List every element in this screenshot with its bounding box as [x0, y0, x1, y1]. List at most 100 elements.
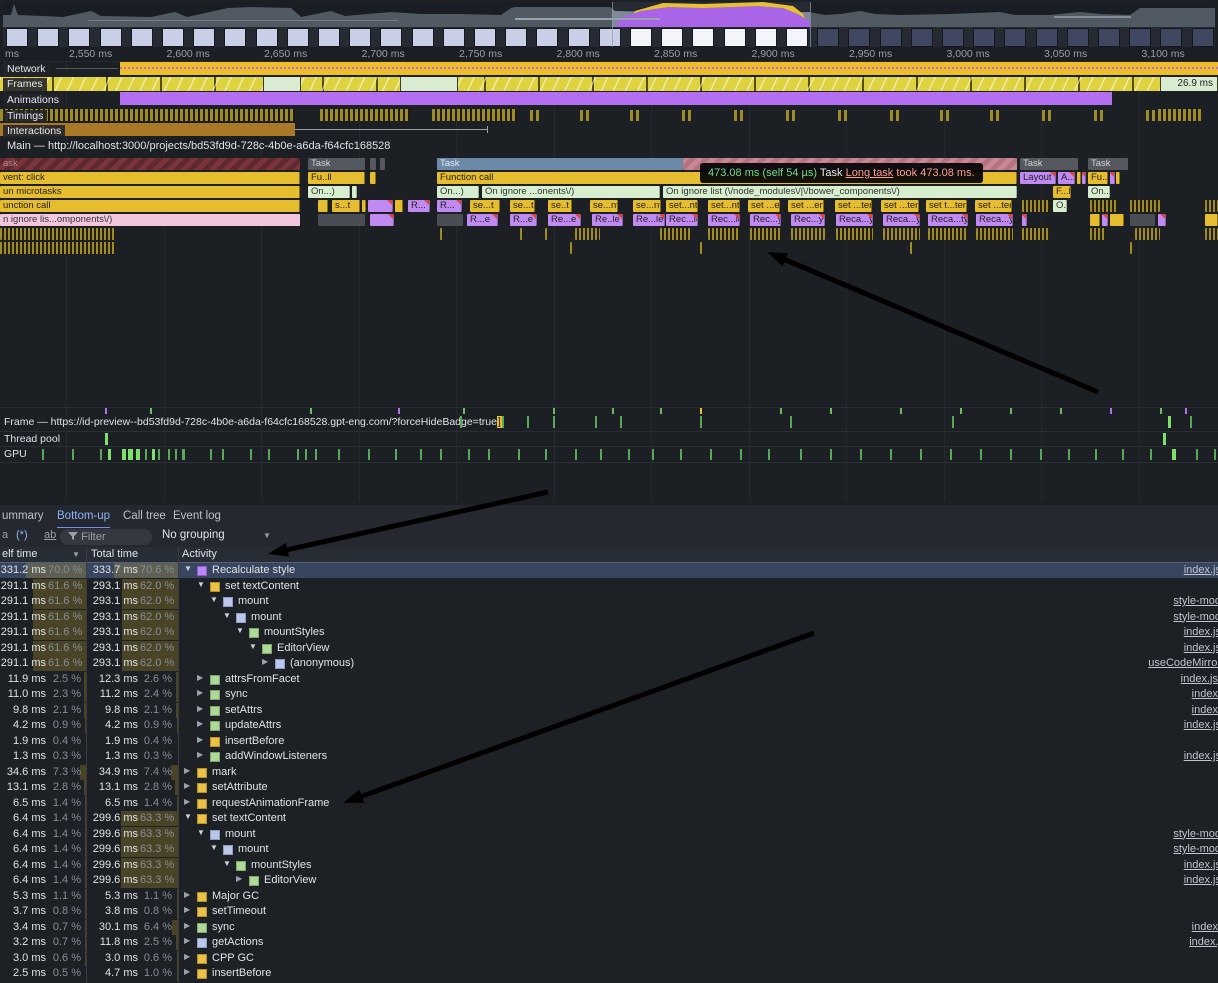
collapse-arrow-icon[interactable]: ▼ — [223, 859, 231, 868]
flame-block[interactable]: set t...tent — [926, 200, 967, 212]
source-location-link[interactable]: style-mod — [1173, 595, 1218, 607]
filter-input[interactable]: Filter — [60, 529, 152, 545]
flame-block[interactable] — [1090, 200, 1118, 212]
timing-mark[interactable] — [682, 110, 691, 121]
screenshot-thumbnail[interactable] — [1129, 28, 1151, 47]
table-row[interactable]: 5.3 ms1.1 %5.3 ms1.1 %▶Major GC — [0, 889, 1218, 904]
column-self-time[interactable]: elf time — [2, 548, 37, 560]
collapse-arrow-icon[interactable]: ▼ — [210, 843, 218, 852]
frames-track[interactable] — [0, 77, 1160, 91]
flame-block[interactable]: s...t — [332, 200, 360, 212]
source-location-link[interactable]: index. — [1192, 921, 1218, 933]
flame-block[interactable] — [352, 186, 357, 198]
table-row[interactable]: 3.0 ms0.6 %3.0 ms0.6 %▶CPP GC — [0, 951, 1218, 966]
flame-block[interactable] — [575, 228, 600, 240]
expand-arrow-icon[interactable]: ▶ — [184, 890, 190, 899]
flame-block[interactable]: vent: click — [0, 172, 300, 184]
flame-block[interactable]: set ...ent — [788, 200, 824, 212]
collapse-arrow-icon[interactable]: ▼ — [210, 595, 218, 604]
flame-block[interactable]: R... — [408, 200, 430, 212]
activity-name[interactable]: mount — [238, 595, 269, 607]
screenshot-thumbnail[interactable] — [474, 28, 496, 47]
screenshot-thumbnail[interactable] — [6, 28, 28, 47]
source-location-link[interactable]: index.js — [1184, 626, 1218, 638]
screenshot-thumbnail[interactable] — [630, 28, 652, 47]
table-row[interactable]: 11.0 ms2.3 %11.2 ms2.4 %▶syncindex. — [0, 687, 1218, 702]
track-label-animations[interactable]: Animations — [3, 94, 63, 107]
table-row[interactable]: 11.9 ms2.5 %12.3 ms2.6 %▶attrsFromFaceti… — [0, 672, 1218, 687]
flame-block[interactable]: n ignore lis...omponents\/) — [0, 214, 300, 226]
source-location-link[interactable]: index.js — [1184, 859, 1218, 871]
frame-track-title[interactable]: Frame — https://id-preview--bd53fd9d-728… — [4, 416, 502, 428]
screenshot-thumbnail[interactable] — [1004, 28, 1026, 47]
screenshot-thumbnail[interactable] — [162, 28, 184, 47]
screenshot-thumbnail[interactable] — [661, 28, 683, 47]
source-location-link[interactable]: index.j — [1189, 936, 1218, 948]
flame-block[interactable]: Reca...yle — [883, 214, 920, 226]
activity-name[interactable]: insertBefore — [225, 735, 284, 747]
activity-name[interactable]: insertBefore — [212, 967, 271, 979]
timing-mark[interactable] — [940, 110, 949, 121]
expand-arrow-icon[interactable]: ▶ — [236, 874, 242, 883]
flame-block[interactable]: On...) — [1088, 186, 1110, 198]
flame-block[interactable] — [1205, 200, 1218, 212]
activity-name[interactable]: mount — [251, 611, 282, 623]
table-row[interactable]: 6.4 ms1.4 %299.6 ms63.3 %▼set textConten… — [0, 811, 1218, 826]
expand-arrow-icon[interactable]: ▶ — [197, 704, 203, 713]
activity-name[interactable]: EditorView — [277, 642, 329, 654]
collapse-arrow-icon[interactable]: ▼ — [197, 580, 205, 589]
flame-block[interactable]: Reca...yle — [836, 214, 873, 226]
expand-arrow-icon[interactable]: ▶ — [197, 673, 203, 682]
collapse-arrow-icon[interactable]: ▼ — [249, 642, 257, 651]
expand-arrow-icon[interactable]: ▶ — [262, 657, 268, 666]
collapse-arrow-icon[interactable]: ▼ — [184, 812, 192, 821]
source-location-link[interactable]: useCodeMirror — [1148, 657, 1218, 669]
expand-arrow-icon[interactable]: ▶ — [184, 781, 190, 790]
thread-pool-title[interactable]: Thread pool — [4, 433, 60, 445]
gpu-track-title[interactable]: GPU — [4, 448, 27, 460]
flame-block[interactable]: ask — [0, 158, 300, 170]
flame-block[interactable]: Task — [308, 158, 365, 170]
flame-block[interactable]: R...e — [467, 214, 498, 226]
flame-block[interactable]: A... — [1058, 172, 1075, 184]
timing-mark[interactable] — [1042, 110, 1051, 121]
table-row[interactable]: 6.4 ms1.4 %299.6 ms63.3 %▼mountstyle-mod — [0, 842, 1218, 857]
frame-duration-badge[interactable]: 26.9 ms — [1160, 77, 1218, 91]
screenshot-thumbnail[interactable] — [68, 28, 90, 47]
expand-arrow-icon[interactable]: ▶ — [184, 905, 190, 914]
table-row[interactable]: 1.3 ms0.3 %1.3 ms0.3 %▶addWindowListener… — [0, 749, 1218, 764]
collapse-arrow-icon[interactable]: ▼ — [223, 611, 231, 620]
flame-block[interactable]: unction call — [0, 200, 300, 212]
activity-name[interactable]: set textContent — [212, 812, 286, 824]
flame-block[interactable]: On...) — [437, 186, 479, 198]
screenshot-thumbnail[interactable] — [1192, 28, 1214, 47]
activity-name[interactable]: EditorView — [264, 874, 316, 886]
table-row[interactable]: 291.1 ms61.6 %293.1 ms62.0 %▼mountStyles… — [0, 625, 1218, 640]
timing-mark[interactable] — [1094, 110, 1103, 121]
screenshot-thumbnail[interactable] — [131, 28, 153, 47]
window-handle-right[interactable] — [810, 2, 811, 47]
flame-block[interactable]: R... — [437, 200, 462, 212]
flame-block[interactable] — [570, 242, 573, 254]
flame-block[interactable] — [836, 228, 873, 240]
expand-arrow-icon[interactable]: ▶ — [184, 967, 190, 976]
collapse-arrow-icon[interactable]: ▼ — [197, 828, 205, 837]
table-row[interactable]: 6.4 ms1.4 %299.6 ms63.3 %▼mountStylesind… — [0, 858, 1218, 873]
table-row[interactable]: 3.7 ms0.8 %3.8 ms0.8 %▶setTimeout — [0, 904, 1218, 919]
activity-name[interactable]: setAttribute — [212, 781, 268, 793]
table-row[interactable]: 291.1 ms61.6 %293.1 ms62.0 %▶(anonymous)… — [0, 656, 1218, 671]
column-divider[interactable] — [86, 547, 87, 983]
sort-arrow-icon[interactable]: ▼ — [72, 550, 80, 559]
flame-block[interactable] — [700, 242, 703, 254]
flame-block[interactable] — [362, 200, 366, 212]
screenshot-thumbnail[interactable] — [848, 28, 870, 47]
flame-block[interactable] — [318, 200, 328, 212]
flame-block[interactable] — [1022, 228, 1050, 240]
flame-block[interactable]: Re...le — [633, 214, 665, 226]
track-label-timings[interactable]: Timings — [3, 110, 47, 123]
flame-block[interactable] — [1022, 200, 1050, 212]
flame-block[interactable] — [1205, 228, 1218, 240]
table-row[interactable]: 291.1 ms61.6 %293.1 ms62.0 %▼mountstyle-… — [0, 594, 1218, 609]
activity-name[interactable]: sync — [212, 921, 235, 933]
match-case-icon[interactable]: a — [2, 529, 8, 541]
